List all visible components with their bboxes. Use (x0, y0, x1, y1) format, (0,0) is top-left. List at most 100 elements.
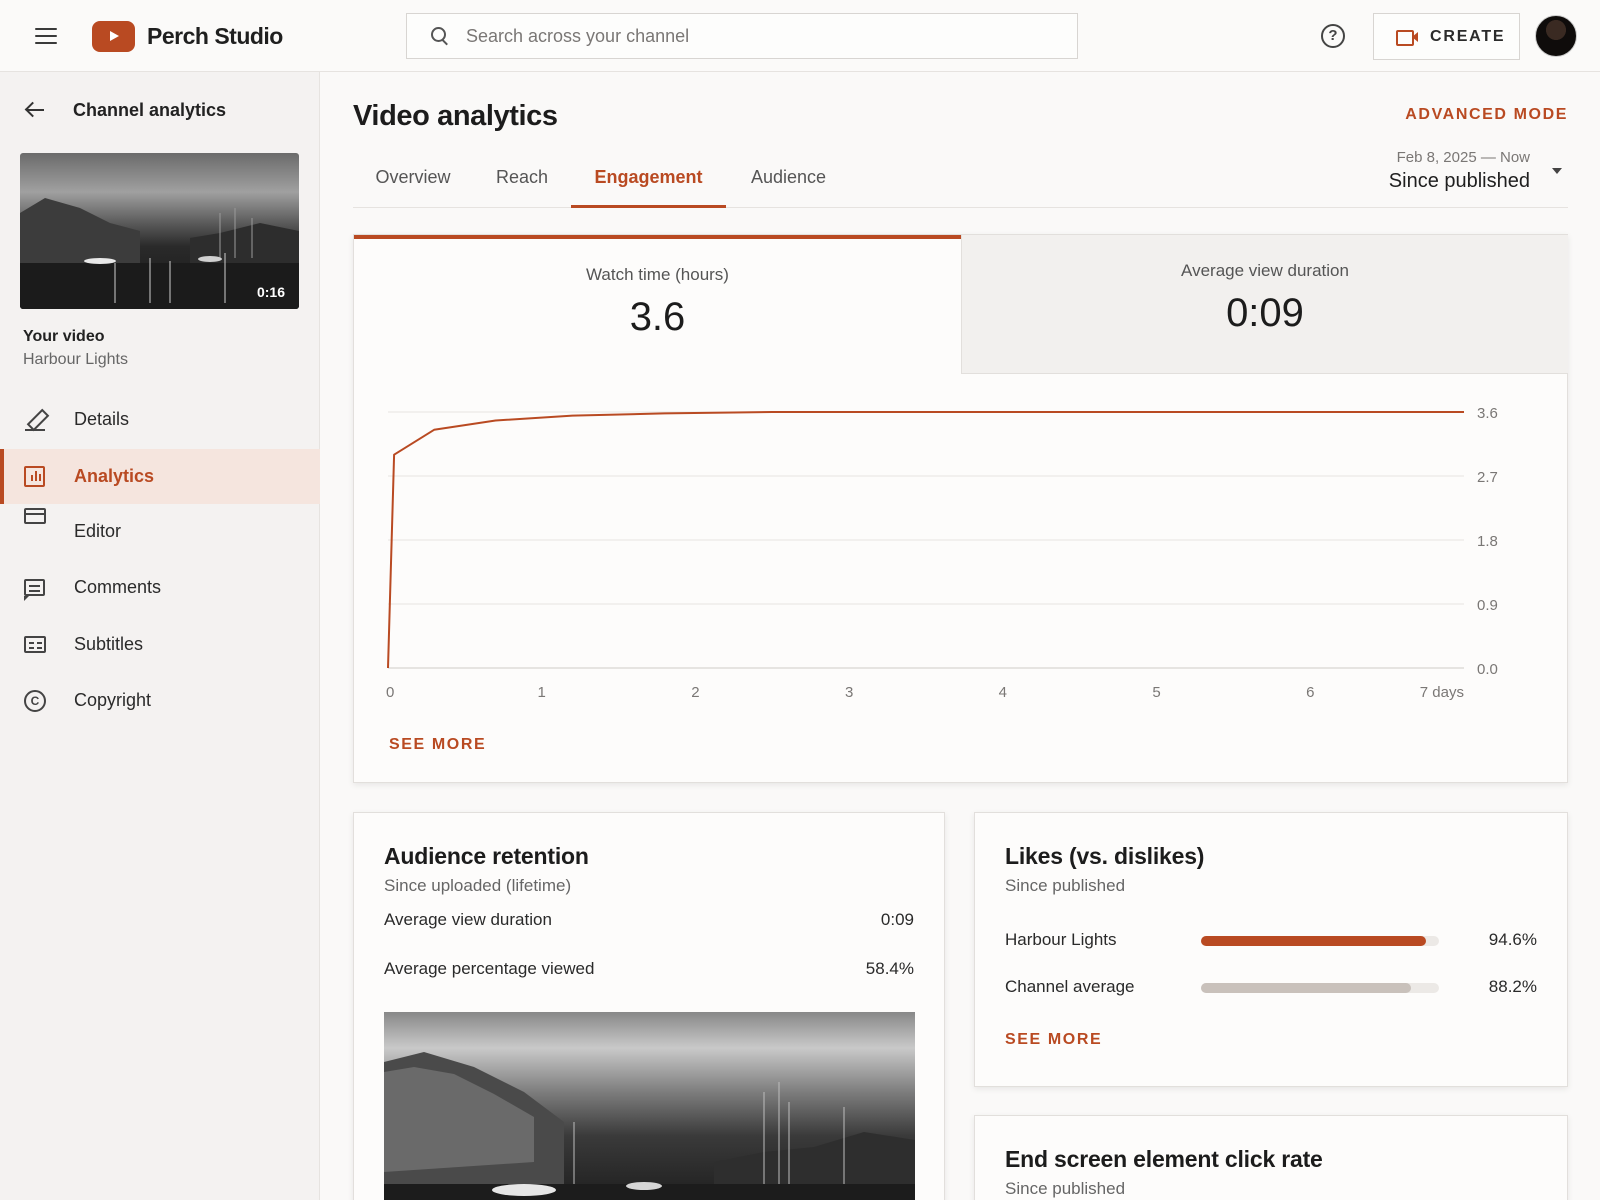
hamburger-menu-icon[interactable] (32, 24, 60, 48)
page-title: Video analytics (353, 100, 558, 132)
create-button-label: CREATE (1430, 27, 1506, 45)
likes-bar-track (1201, 936, 1439, 946)
x-tick-label: 5 (1152, 684, 1160, 701)
card-title: Likes (vs. dislikes) (1005, 843, 1205, 869)
y-tick-label: 3.6 (1477, 405, 1498, 422)
stat-value: 58.4% (865, 959, 914, 978)
search-icon[interactable] (430, 26, 450, 46)
card-subtitle: Since published (1005, 876, 1126, 895)
y-tick-label: 0.9 (1477, 597, 1498, 614)
likes-bar-fill (1201, 983, 1411, 993)
sidebar-item-label: Comments (74, 577, 162, 597)
sidebar-item-label: Details (74, 409, 130, 429)
see-more-likes[interactable]: SEE MORE (1005, 1031, 1102, 1049)
metric-value: 0:09 (1226, 291, 1304, 335)
stat-label: Average view duration (384, 910, 552, 929)
sidebar-item-comments[interactable]: Comments (0, 560, 320, 615)
logo-text: Perch Studio (147, 22, 283, 49)
advanced-mode-link[interactable]: ADVANCED MODE (1405, 106, 1568, 124)
subtitles-icon (24, 636, 46, 653)
harbour-photo (384, 1052, 915, 1200)
sidebar-item-label: Editor (74, 521, 122, 541)
video-camera-icon (1396, 29, 1418, 46)
x-tick-label: 0 (386, 684, 394, 701)
back-to-channel-analytics[interactable]: Channel analytics (24, 100, 226, 120)
comment-icon (24, 579, 45, 601)
metric-average-view-duration[interactable]: Average view duration 0:09 (961, 235, 1568, 374)
likes-row-video: Harbour Lights 94.6% (1005, 930, 1537, 952)
x-tick-label: 7 days (1420, 684, 1464, 701)
stat-row: Average view duration 0:09 (384, 910, 914, 930)
back-arrow-icon[interactable] (24, 102, 46, 118)
tab-reach[interactable]: Reach (473, 158, 571, 208)
retention-thumbnail[interactable] (384, 1012, 915, 1200)
video-thumbnail[interactable]: 0:16 (20, 153, 299, 309)
audience-retention-card: Audience retention Since uploaded (lifet… (353, 812, 945, 1200)
sidebar-item-details[interactable]: Details (0, 392, 320, 447)
logo[interactable]: Perch Studio (92, 20, 283, 52)
pencil-icon (24, 408, 48, 432)
back-label[interactable]: Channel analytics (73, 100, 226, 121)
metric-watch-time[interactable]: Watch time (hours) 3.6 (354, 235, 961, 374)
sidebar-item-editor[interactable]: Editor (0, 504, 320, 559)
video-duration: 0:16 (256, 284, 285, 300)
video-title: Harbour Lights (23, 351, 128, 368)
end-screen-card: End screen element click rate Since publ… (974, 1115, 1568, 1200)
stat-row: Average percentage viewed 58.4% (384, 959, 914, 979)
date-range-text: Feb 8, 2025 — Now (1396, 149, 1530, 166)
likes-bar-track (1201, 983, 1439, 993)
metric-label: Average view duration (1181, 261, 1349, 280)
stat-label: Average percentage viewed (384, 959, 595, 978)
stat-value: 0:09 (880, 910, 914, 929)
bar-value: 94.6% (1488, 930, 1537, 949)
sidebar-item-copyright[interactable]: C Copyright (0, 673, 320, 728)
copyright-icon: C (24, 689, 46, 712)
bar-label: Harbour Lights (1005, 930, 1117, 949)
analytics-icon (24, 466, 45, 487)
date-range-label: Since published (1388, 170, 1530, 192)
card-title: End screen element click rate (1005, 1146, 1323, 1172)
tab-audience[interactable]: Audience (726, 158, 851, 208)
x-tick-label: 2 (691, 684, 699, 701)
card-subtitle: Since uploaded (lifetime) (384, 876, 572, 895)
watch-time-line-chart: 0.0 0.9 1.8 2.7 3.6 0 1 2 3 4 5 6 7 days (386, 405, 1498, 701)
tab-engagement[interactable]: Engagement (571, 158, 726, 208)
card-subtitle: Since published (1005, 1179, 1126, 1198)
likes-card: Likes (vs. dislikes) Since published Har… (974, 812, 1568, 1087)
x-tick-label: 1 (538, 684, 546, 701)
search-bar[interactable]: Search across your channel (406, 13, 1078, 59)
date-range-picker[interactable]: Feb 8, 2025 — Now Since published (1358, 146, 1568, 202)
main-content: Video analytics ADVANCED MODE Overview R… (353, 72, 1568, 1200)
sidebar-item-subtitles[interactable]: Subtitles (0, 617, 320, 672)
sidebar-item-label: Subtitles (74, 634, 144, 654)
x-tick-label: 4 (999, 684, 1007, 701)
x-tick-label: 6 (1306, 684, 1314, 701)
sidebar: Channel analytics 0:16 Your video Harbou… (0, 72, 320, 1200)
help-icon[interactable]: ? (1321, 24, 1345, 48)
your-video-label: Your video (23, 328, 105, 345)
y-tick-label: 1.8 (1477, 533, 1498, 550)
dropdown-caret-icon (1552, 168, 1562, 174)
play-logo-icon (92, 20, 135, 52)
tab-overview[interactable]: Overview (353, 158, 473, 208)
likes-row-channel-average: Channel average 88.2% (1005, 977, 1537, 999)
sidebar-item-analytics[interactable]: Analytics (0, 449, 320, 504)
create-button[interactable]: CREATE (1373, 13, 1520, 60)
metric-label: Watch time (hours) (586, 265, 729, 284)
x-tick-label: 3 (845, 684, 853, 701)
y-tick-label: 0.0 (1477, 661, 1498, 678)
y-tick-label: 2.7 (1477, 469, 1498, 486)
likes-bar-fill (1201, 936, 1427, 946)
watch-time-card: Watch time (hours) 3.6 Average view dura… (353, 234, 1568, 783)
film-icon (24, 508, 46, 524)
sidebar-item-label: Analytics (74, 466, 155, 486)
bar-value: 88.2% (1488, 977, 1537, 996)
search-input[interactable]: Search across your channel (466, 26, 689, 47)
avatar[interactable] (1535, 15, 1577, 57)
card-title: Audience retention (384, 843, 589, 869)
top-bar: Perch Studio Search across your channel … (0, 0, 1600, 72)
sidebar-item-label: Copyright (74, 690, 152, 710)
bar-label: Channel average (1005, 977, 1135, 996)
metric-value: 3.6 (629, 295, 686, 339)
see-more-watch-time[interactable]: SEE MORE (389, 736, 486, 754)
